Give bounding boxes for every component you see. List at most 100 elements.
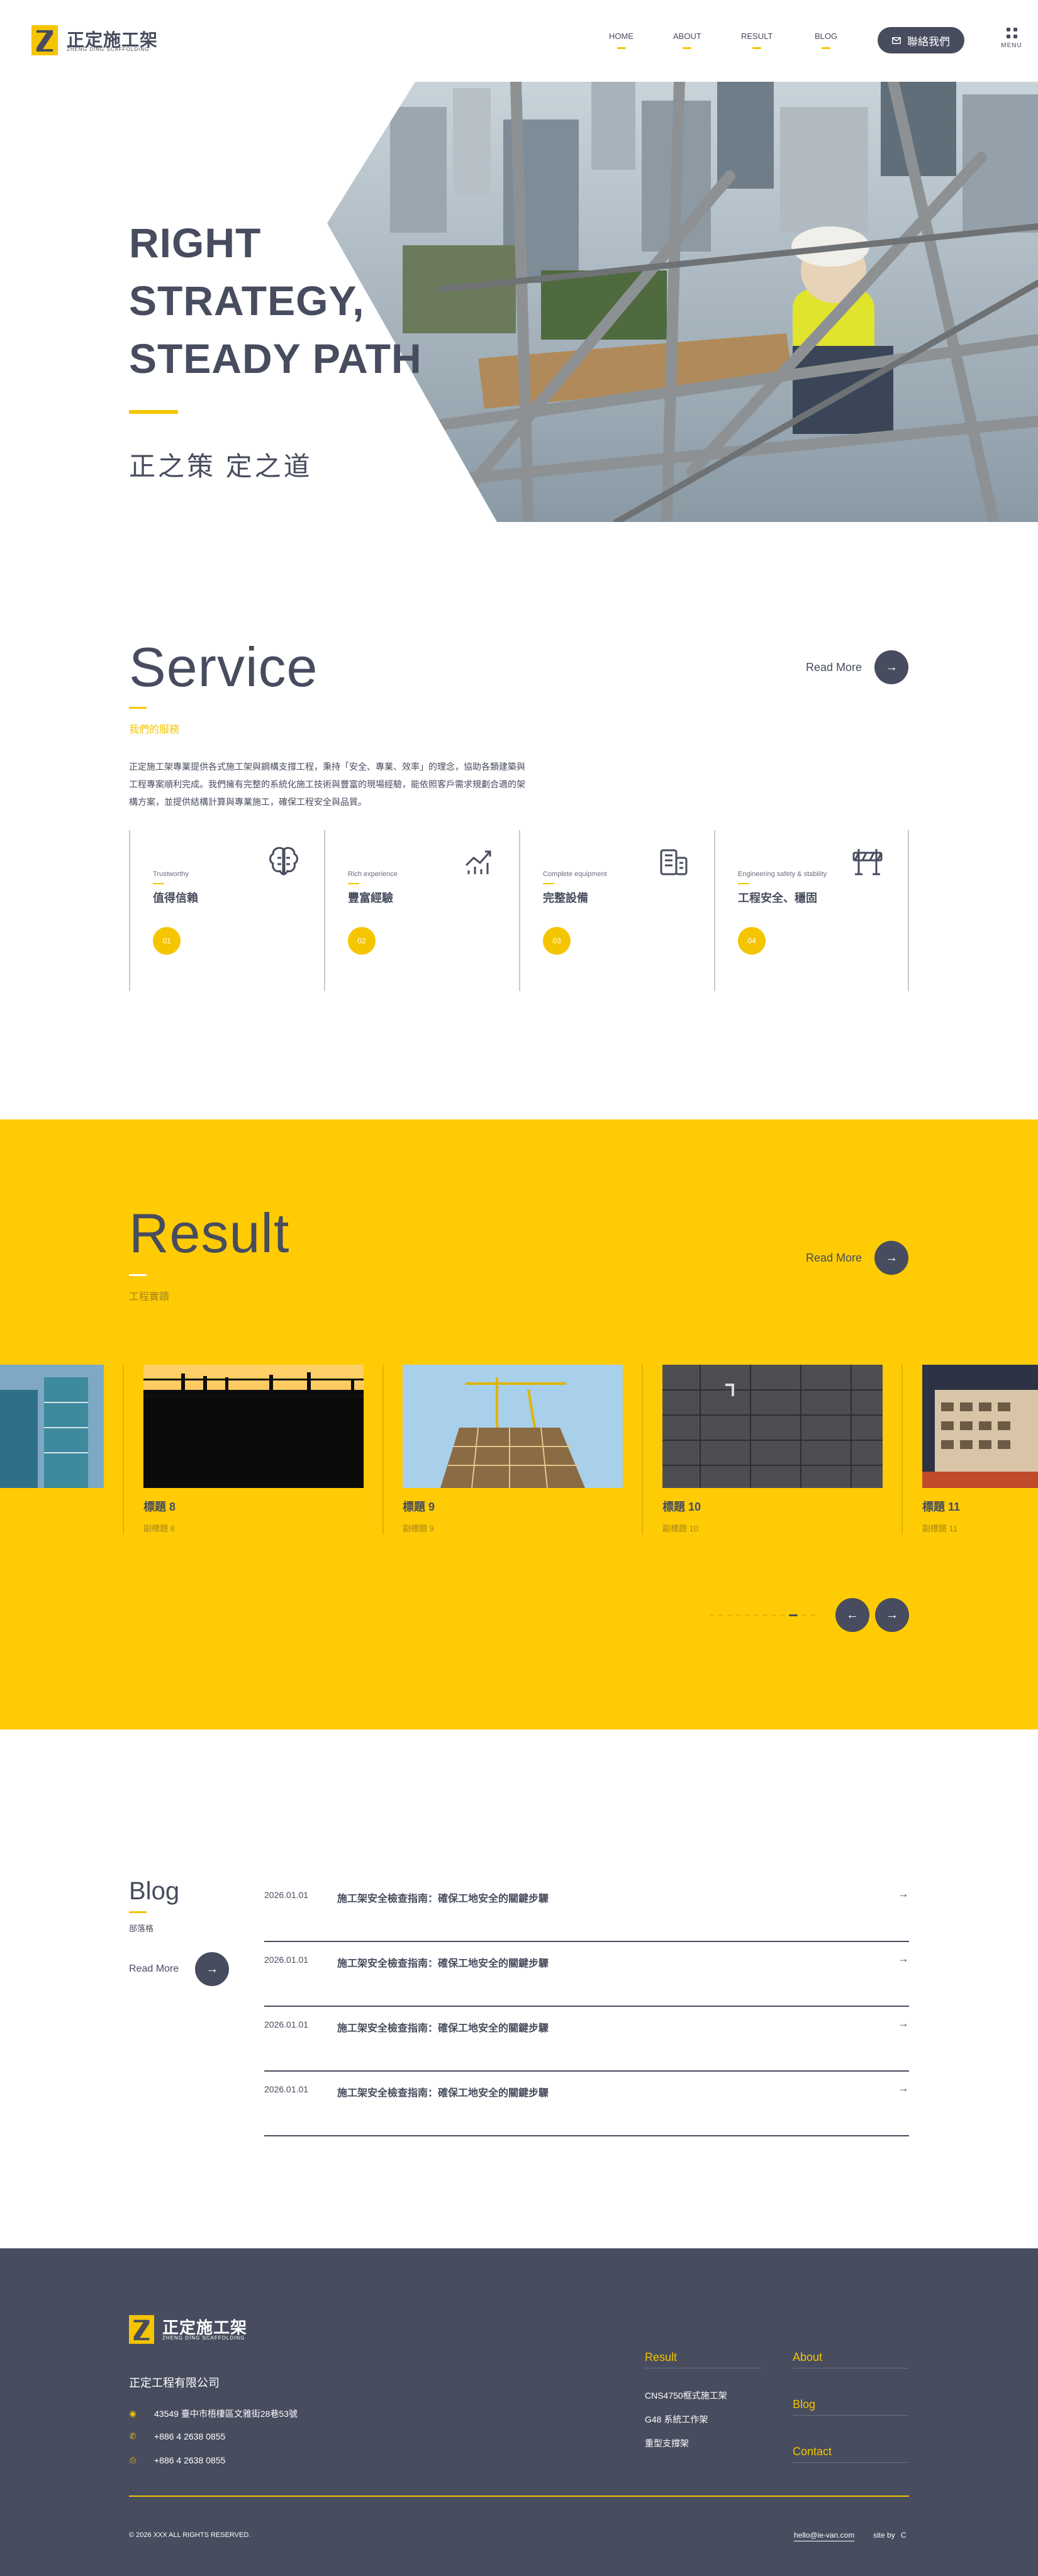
blog-post-title: 施工架安全檢查指南：確保工地安全的關鍵步驟 <box>337 1958 549 1969</box>
result-subtitle: 工程實蹟 <box>129 1292 170 1302</box>
service-card-title: 值得信賴 <box>153 892 198 904</box>
footer-phone[interactable]: ✆ +886 4 2638 0855 <box>129 2431 226 2441</box>
result-separator <box>123 1365 124 1535</box>
blog-post-date: 2026.01.01 <box>264 1890 309 1900</box>
blog-post-title: 施工架安全檢查指南：確保工地安全的關鍵步驟 <box>337 2023 549 2034</box>
brain-icon <box>269 847 298 876</box>
result-card[interactable]: 標題 9 副標題 9 <box>403 1365 623 1534</box>
logo-icon[interactable] <box>31 25 58 55</box>
pager-dot[interactable] <box>727 1614 732 1616</box>
pager-dot[interactable] <box>762 1614 767 1616</box>
growth-chart-icon <box>465 850 491 874</box>
service-accent-bar <box>129 707 147 709</box>
hero-subtitle: 正之策 定之道 <box>129 452 313 481</box>
contact-button[interactable]: 聯絡我們 <box>878 27 964 53</box>
service-description: 正定施工架專業提供各式施工架與鋼構支撐工程，秉持「安全、專業、效率」的理念，協助… <box>129 762 525 807</box>
blog-post-row[interactable]: 2026.01.01 施工架安全檢查指南：確保工地安全的關鍵步驟 → <box>264 2072 909 2136</box>
footer-link-heavy-support[interactable]: 重型支撐架 <box>645 2437 689 2450</box>
blog-post-row[interactable]: 2026.01.01 施工架安全檢查指南：確保工地安全的關鍵步驟 → <box>264 2007 909 2072</box>
footer-copyright: © 2026 XXX ALL RIGHTS RESERVED. <box>129 2531 251 2539</box>
phone-icon: ✆ <box>129 2431 137 2441</box>
arrow-right-icon: → <box>898 1952 909 1965</box>
menu-label: MENU <box>1001 42 1022 49</box>
service-card[interactable]: Engineering safety & stability 工程安全、穩固 0… <box>714 830 909 991</box>
footer-link-system-scaffold[interactable]: G48 系統工作架 <box>645 2413 708 2426</box>
blog-post-title: 施工架安全檢查指南：確保工地安全的關鍵步驟 <box>337 1894 549 1904</box>
mail-icon <box>892 36 901 44</box>
service-card[interactable]: Complete equipment 完整設備 03 <box>519 830 714 991</box>
arrow-right-icon: → <box>195 1952 230 1986</box>
logo-tagline: ZHENG DING SCAFFOLDING <box>67 47 150 52</box>
nav-blog[interactable]: BLOG <box>815 31 837 49</box>
pager-dot[interactable] <box>754 1614 759 1616</box>
hero-title: RIGHT STRATEGY, STEADY PATH <box>129 214 422 387</box>
arrow-right-icon: → <box>874 1241 909 1275</box>
footer-contact-heading[interactable]: Contact <box>793 2445 832 2458</box>
service-card-en: Rich experience <box>348 870 398 878</box>
nav-home[interactable]: HOME <box>609 31 633 49</box>
result-card-partial-image[interactable] <box>0 1365 104 1488</box>
result-card[interactable]: 標題 11 副標題 11 <box>922 1365 1038 1534</box>
service-card-title: 工程安全、穩固 <box>738 892 817 904</box>
result-pager[interactable] <box>710 1614 815 1616</box>
blog-title: Blog <box>129 1877 180 1905</box>
read-more-label: Read More <box>129 1963 179 1974</box>
blog-post-row[interactable]: 2026.01.01 施工架安全檢查指南：確保工地安全的關鍵步驟 → <box>264 1942 909 2007</box>
result-read-more[interactable]: Read More → <box>806 1241 909 1275</box>
result-card-subtitle: 副標題 8 <box>143 1524 175 1533</box>
footer-logo-tagline: ZHENG DING SCAFFOLDING <box>162 2335 245 2341</box>
nav-about[interactable]: ABOUT <box>673 31 701 49</box>
footer-blog-heading[interactable]: Blog <box>793 2398 815 2411</box>
service-card-title: 完整設備 <box>543 892 588 904</box>
footer-accent-divider <box>129 2496 909 2497</box>
pager-dot[interactable] <box>771 1614 776 1616</box>
pager-dot[interactable] <box>810 1614 815 1616</box>
footer-address-text: 43549 臺中市梧棲區文雅街28巷53號 <box>154 2409 298 2419</box>
result-card-image <box>922 1365 1038 1488</box>
pager-dot[interactable] <box>780 1614 785 1616</box>
nav-result[interactable]: RESULT <box>741 31 773 49</box>
next-arrow-button[interactable]: → <box>875 1598 909 1632</box>
hero-title-line-3: STEADY PATH <box>129 335 422 382</box>
result-card-image <box>662 1365 883 1488</box>
service-card[interactable]: Rich experience 豐富經驗 02 <box>324 830 519 991</box>
pager-dot[interactable] <box>736 1614 741 1616</box>
service-card-number: 02 <box>348 927 376 955</box>
result-card[interactable]: 標題 10 副標題 10 <box>662 1365 883 1534</box>
service-card-en: Engineering safety & stability <box>738 870 827 878</box>
result-card[interactable]: 標題 8 副標題 8 <box>143 1365 364 1534</box>
read-more-label: Read More <box>806 1251 862 1264</box>
footer-result-heading[interactable]: Result <box>645 2351 677 2364</box>
service-card-accent <box>348 883 359 884</box>
pager-dot[interactable] <box>745 1614 750 1616</box>
service-read-more[interactable]: Read More → <box>806 650 909 684</box>
credit-logo-icon: C <box>901 2531 907 2540</box>
prev-arrow-button[interactable]: ← <box>835 1598 869 1632</box>
footer-logo-icon[interactable] <box>129 2315 154 2344</box>
pager-dot[interactable] <box>801 1614 806 1616</box>
service-card-accent <box>543 883 554 884</box>
pager-dot[interactable] <box>718 1614 723 1616</box>
contact-button-label: 聯絡我們 <box>907 35 950 48</box>
arrow-left-icon: ← <box>846 1607 859 1622</box>
pager-dot[interactable] <box>789 1614 798 1616</box>
footer: 正定施工架 ZHENG DING SCAFFOLDING 正定工程有限公司 ◉ … <box>0 2248 1038 2576</box>
footer-email-link[interactable]: hello@ie-van.com <box>794 2531 855 2541</box>
service-card-accent <box>738 883 749 884</box>
footer-link-framed-scaffold[interactable]: CNS4750框式施工架 <box>645 2389 727 2402</box>
service-card[interactable]: Trustworthy 值得信賴 01 <box>129 830 324 991</box>
menu-button[interactable]: MENU <box>999 28 1024 54</box>
result-card-subtitle: 副標題 11 <box>922 1524 958 1533</box>
result-separator <box>901 1365 903 1535</box>
footer-divider <box>793 2462 908 2463</box>
footer-about-heading[interactable]: About <box>793 2351 822 2364</box>
blog-read-more[interactable]: Read More → <box>129 1952 230 1986</box>
service-title: Service <box>129 636 318 698</box>
blog-post-row[interactable]: 2026.01.01 施工架安全檢查指南：確保工地安全的關鍵步驟 → <box>264 1877 909 1942</box>
footer-company-name: 正定工程有限公司 <box>129 2377 220 2389</box>
footer-site-credit[interactable]: site by C <box>873 2531 907 2540</box>
grid-icon <box>1006 28 1017 38</box>
pager-dot[interactable] <box>710 1614 715 1616</box>
arrow-right-icon: → <box>874 650 909 684</box>
service-card-accent <box>153 883 164 884</box>
